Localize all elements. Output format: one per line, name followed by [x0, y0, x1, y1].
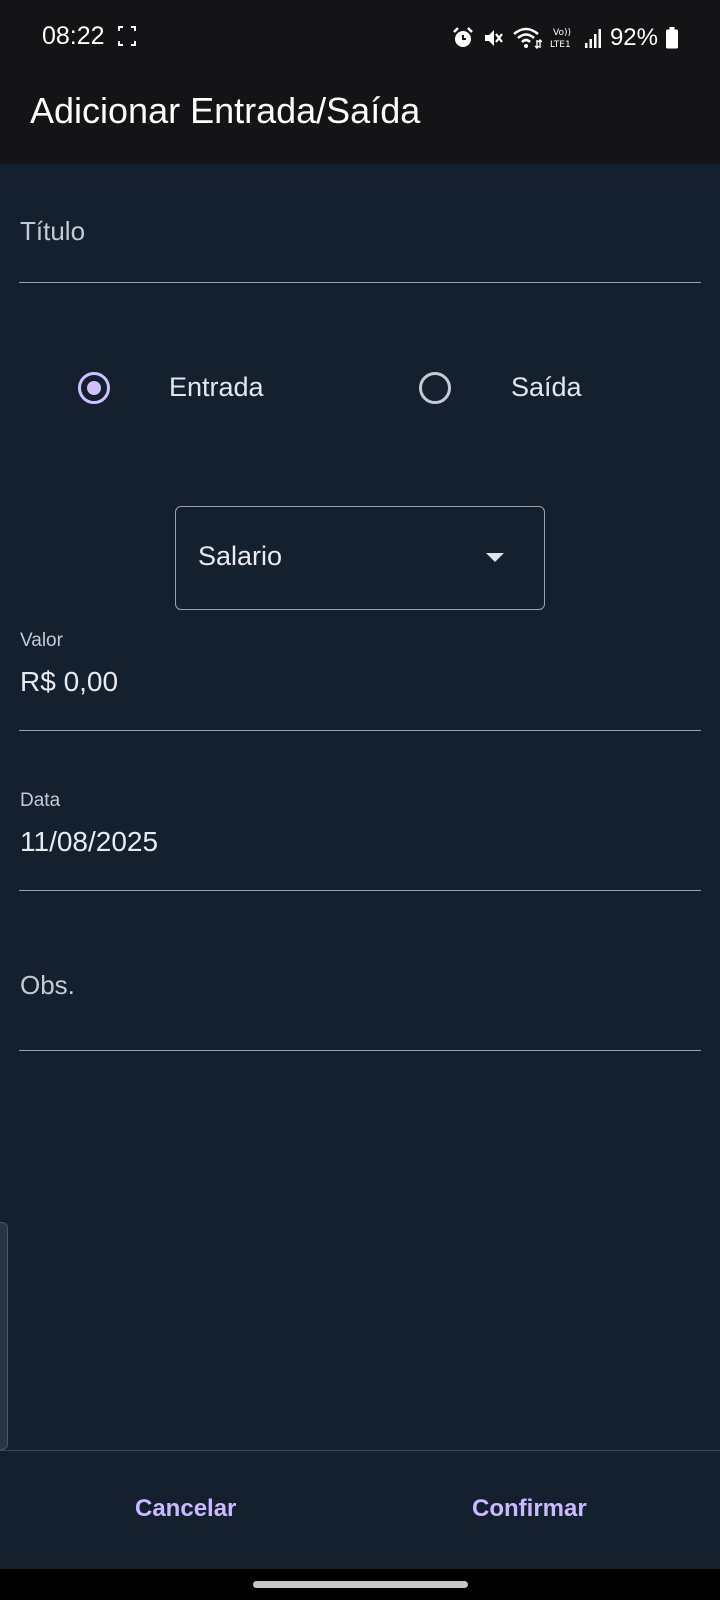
- date-input[interactable]: Data 11/08/2025: [19, 790, 701, 891]
- status-time: 08:22: [42, 22, 105, 50]
- svg-text:Vo)): Vo)): [553, 28, 571, 38]
- edge-panel-handle[interactable]: [0, 1222, 8, 1450]
- radio-entrada-button[interactable]: [78, 372, 110, 404]
- date-label: Data: [20, 790, 61, 811]
- status-bar: 08:22 Vo)) LTE1 92%: [0, 0, 720, 76]
- radio-selected-dot: [87, 381, 101, 395]
- chevron-down-icon: [486, 553, 504, 562]
- alarm-icon: [453, 27, 473, 47]
- volte-icon: Vo)) LTE1: [550, 28, 571, 50]
- category-dropdown[interactable]: Salario: [175, 506, 545, 610]
- amount-input[interactable]: Valor R$ 0,00: [19, 630, 701, 731]
- notes-placeholder: Obs.: [20, 970, 75, 1000]
- amount-label: Valor: [20, 630, 63, 651]
- form-content: Título Entrada Saída Salario Valor R$ 0,…: [0, 164, 720, 1450]
- notes-input[interactable]: Obs.: [19, 942, 701, 1051]
- battery-percent: 92%: [609, 24, 658, 51]
- title-placeholder: Título: [20, 216, 86, 246]
- mute-icon: [484, 30, 503, 46]
- page-title: Adicionar Entrada/Saída: [30, 90, 421, 131]
- radio-entrada-label[interactable]: Entrada: [169, 372, 264, 403]
- status-icons: Vo)) LTE1 92%: [452, 20, 678, 56]
- category-selected-value: Salario: [198, 541, 283, 571]
- title-input[interactable]: Título: [19, 164, 701, 283]
- app-bar: Adicionar Entrada/Saída: [0, 76, 720, 164]
- wifi-icon: [513, 27, 542, 49]
- confirm-button[interactable]: Confirmar: [472, 1495, 587, 1523]
- system-nav-bar: [0, 1569, 720, 1600]
- svg-text:LTE1: LTE1: [550, 40, 571, 50]
- cancel-button[interactable]: Cancelar: [135, 1495, 236, 1523]
- date-value: 11/08/2025: [20, 826, 159, 857]
- battery-icon: [666, 27, 678, 49]
- signal-icon: [584, 29, 601, 48]
- home-gesture-handle[interactable]: [253, 1581, 468, 1588]
- dialog-actions: Cancelar Confirmar: [0, 1451, 720, 1569]
- screenshot-bracket-icon: [118, 26, 136, 46]
- radio-saida-button[interactable]: [419, 372, 451, 404]
- amount-value: R$ 0,00: [20, 666, 119, 697]
- radio-saida-label[interactable]: Saída: [511, 372, 582, 403]
